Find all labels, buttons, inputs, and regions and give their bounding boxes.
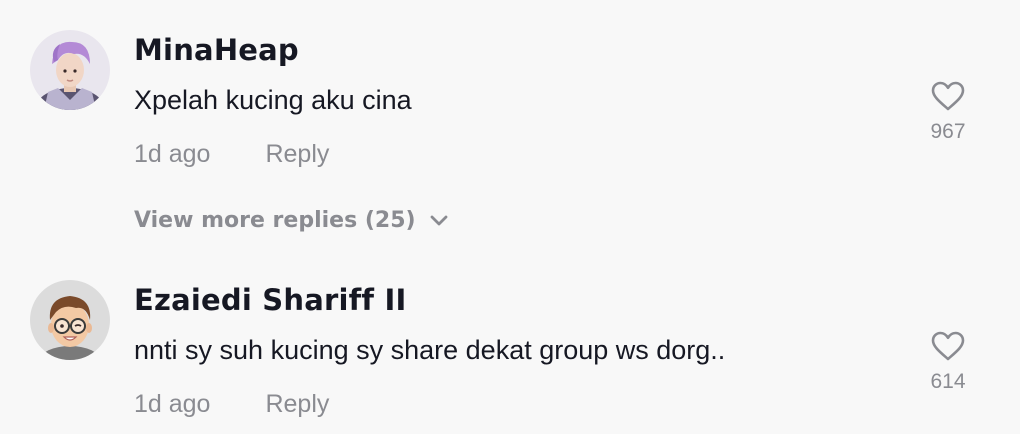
reply-button[interactable]: Reply [265, 140, 329, 168]
comment-text: Xpelah kucing aku cina [134, 85, 412, 115]
memoji-avatar-icon [30, 280, 110, 360]
avatar[interactable] [30, 30, 110, 110]
comment-meta: 1d ago Reply [134, 140, 329, 169]
like-count: 967 [930, 120, 966, 143]
heart-icon[interactable] [930, 80, 966, 112]
comment-timestamp: 1d ago [134, 140, 211, 168]
like-control: 967 [908, 80, 988, 144]
reply-button[interactable]: Reply [265, 390, 329, 418]
chevron-down-icon [430, 208, 448, 233]
heart-icon[interactable] [930, 330, 966, 362]
comment-text: nnti sy suh kucing sy share dekat group … [134, 335, 726, 365]
view-more-replies-label: View more replies (25) [134, 208, 416, 233]
view-more-replies-button[interactable]: View more replies (25) [134, 208, 448, 233]
avatar[interactable] [30, 280, 110, 360]
like-count: 614 [930, 370, 966, 393]
comment-meta: 1d ago Reply [134, 390, 329, 419]
user-photo-avatar-icon [30, 30, 110, 110]
comment-username[interactable]: MinaHeap [134, 33, 299, 67]
comment-username[interactable]: Ezaiedi Shariff II [134, 283, 407, 317]
comment-timestamp: 1d ago [134, 390, 211, 418]
like-control: 614 [908, 330, 988, 394]
